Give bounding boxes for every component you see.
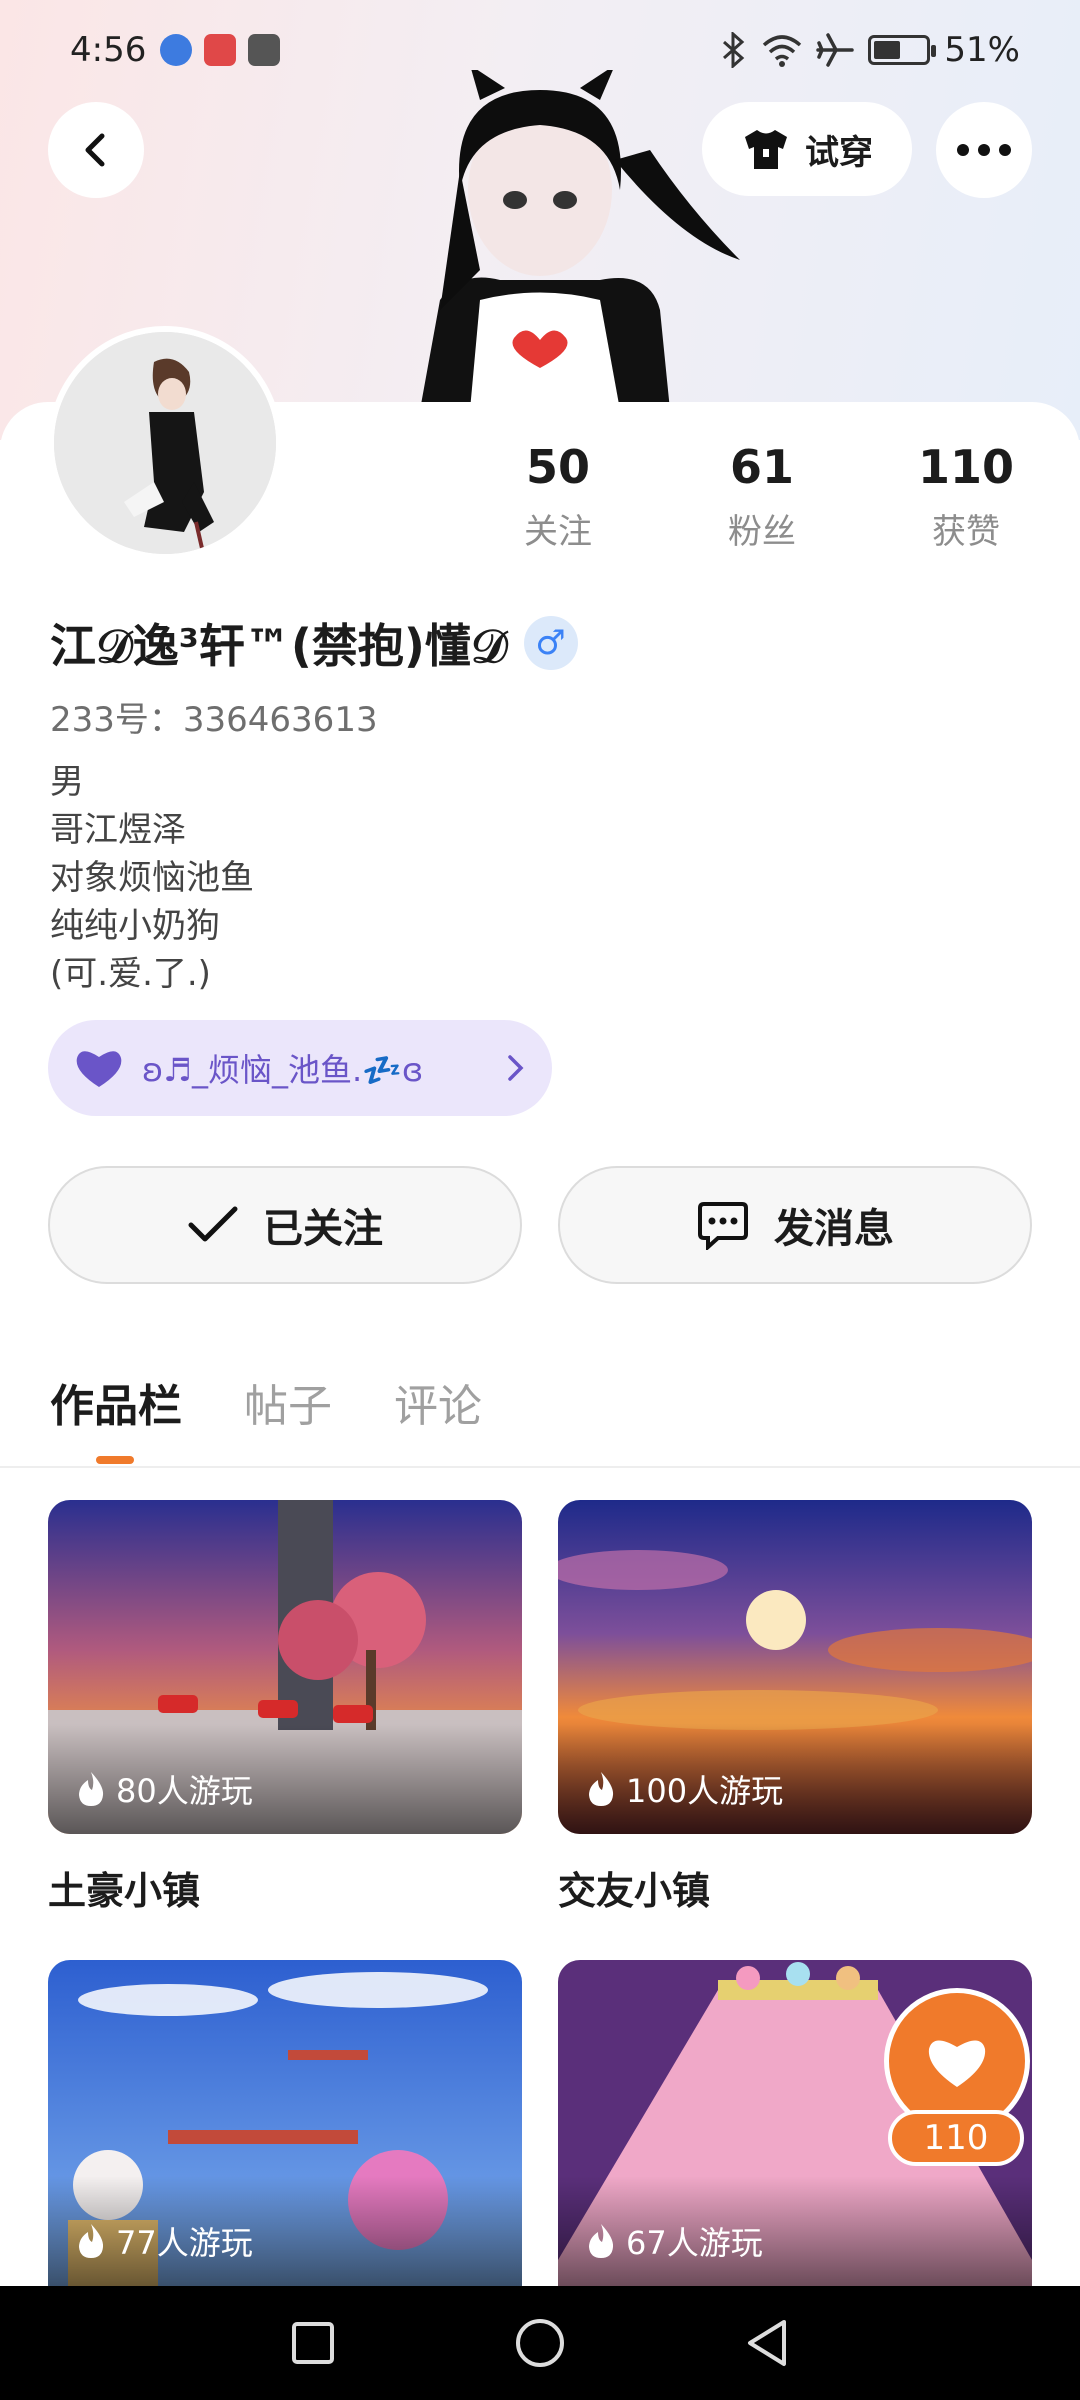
bio-line: (可.爱.了.) (50, 954, 211, 994)
profile-name-row: 江𝒟逸³轩™(禁抱)懂𝒟 ♂ (50, 610, 578, 676)
following-count: 50 (525, 440, 590, 494)
group-chip[interactable]: ʚ♬_烦恼_池鱼.💤ɞ (48, 1020, 552, 1116)
play-count-text: 77人游玩 (116, 2224, 253, 2262)
play-count: 100人游玩 (586, 1766, 783, 1812)
group-label: ʚ♬_烦恼_池鱼.💤ɞ (142, 1051, 424, 1089)
profile-name: 江𝒟逸³轩™(禁抱)懂𝒟 (50, 619, 508, 673)
play-count-text: 67人游玩 (626, 2224, 763, 2262)
app-notification-icon (248, 34, 280, 66)
flame-icon (589, 2224, 614, 2258)
followers-label: 粉丝 (728, 512, 796, 552)
heart-icon (928, 2040, 986, 2087)
male-gender-icon: ♂ (523, 616, 578, 670)
work-card[interactable]: 100人游玩 交友小镇 (558, 1500, 1032, 1915)
user-id[interactable]: 233号：336463613 (50, 692, 378, 741)
tab-posts[interactable]: 帖子 (244, 1370, 332, 1434)
bio-line: 男 (50, 762, 84, 802)
battery-icon (868, 35, 937, 65)
work-thumbnail: 80人游玩 (48, 1500, 522, 1834)
tab-works[interactable]: 作品栏 (50, 1370, 182, 1434)
status-time: 4:56 (70, 30, 147, 70)
bio: 男 哥江煜泽 对象烦恼池鱼 纯纯小奶狗 (可.爱.了.) (50, 758, 254, 998)
following-stat[interactable]: 50 关注 (478, 440, 638, 553)
work-thumbnail: 77人游玩 (48, 1960, 522, 2286)
app-notification-icon (160, 34, 192, 66)
work-title: 土豪小镇 (48, 1869, 201, 1913)
work-thumbnail: 100人游玩 (558, 1500, 1032, 1834)
purple-heart-icon (76, 1051, 122, 1087)
bluetooth-icon (723, 32, 745, 68)
check-icon (188, 1206, 238, 1242)
active-tab-indicator (96, 1456, 134, 1464)
app-notification-icon (204, 34, 236, 66)
battery-level-fill (874, 41, 900, 59)
status-right: 51% (720, 30, 1020, 70)
try-on-button[interactable]: 试穿 (702, 102, 912, 196)
play-count: 77人游玩 (76, 2218, 253, 2264)
work-card[interactable]: 77人游玩 (48, 1960, 522, 2286)
tab-comments[interactable]: 评论 (394, 1370, 482, 1434)
profile-tabs: 作品栏 帖子 评论 (50, 1370, 482, 1434)
followed-label: 已关注 (263, 1206, 383, 1252)
hero-character-image (420, 70, 740, 410)
triangle-nav-icon[interactable] (742, 2316, 792, 2370)
play-count: 67人游玩 (586, 2218, 763, 2264)
bio-line: 对象烦恼池鱼 (50, 858, 254, 898)
flame-icon (79, 1772, 104, 1806)
shirt-icon (745, 130, 787, 169)
system-nav-bar (0, 2286, 1080, 2400)
followers-stat[interactable]: 61 粉丝 (682, 440, 842, 553)
more-button[interactable] (936, 102, 1032, 198)
play-count: 80人游玩 (76, 1766, 253, 1812)
followers-count: 61 (729, 440, 794, 494)
flame-icon (589, 1772, 614, 1806)
play-count-text: 80人游玩 (116, 1772, 253, 1810)
send-message-button[interactable]: 发消息 (558, 1166, 1032, 1284)
bio-line: 哥江煜泽 (50, 810, 186, 850)
work-card[interactable]: 80人游玩 土豪小镇 (48, 1500, 522, 1915)
avatar[interactable] (48, 326, 282, 560)
send-message-label: 发消息 (774, 1206, 894, 1252)
flame-icon (79, 2224, 104, 2258)
following-label: 关注 (524, 512, 592, 552)
likes-count: 110 (917, 440, 1015, 494)
play-count-text: 100人游玩 (626, 1772, 784, 1810)
like-count-badge: 110 (888, 2110, 1024, 2166)
followed-button[interactable]: 已关注 (48, 1166, 522, 1284)
wifi-icon (763, 35, 802, 67)
tabs-divider (0, 1466, 1080, 1468)
back-icon (85, 133, 105, 167)
square-nav-icon[interactable] (288, 2318, 338, 2368)
avatar-image (54, 332, 276, 554)
airplane-icon (816, 33, 855, 67)
try-on-label: 试穿 (805, 132, 873, 173)
more-icon (957, 144, 1011, 156)
battery-percent: 51% (944, 30, 1020, 70)
circle-nav-icon[interactable] (513, 2316, 567, 2370)
chat-icon (698, 1202, 748, 1250)
chevron-right-icon (508, 1055, 524, 1081)
notification-icons (160, 34, 280, 66)
work-title: 交友小镇 (558, 1869, 711, 1913)
bio-line: 纯纯小奶狗 (50, 906, 220, 946)
status-bar: 4:56 51% (0, 0, 1080, 100)
likes-stat[interactable]: 110 获赞 (886, 440, 1046, 553)
likes-label: 获赞 (932, 512, 1000, 552)
back-button[interactable] (48, 102, 144, 198)
